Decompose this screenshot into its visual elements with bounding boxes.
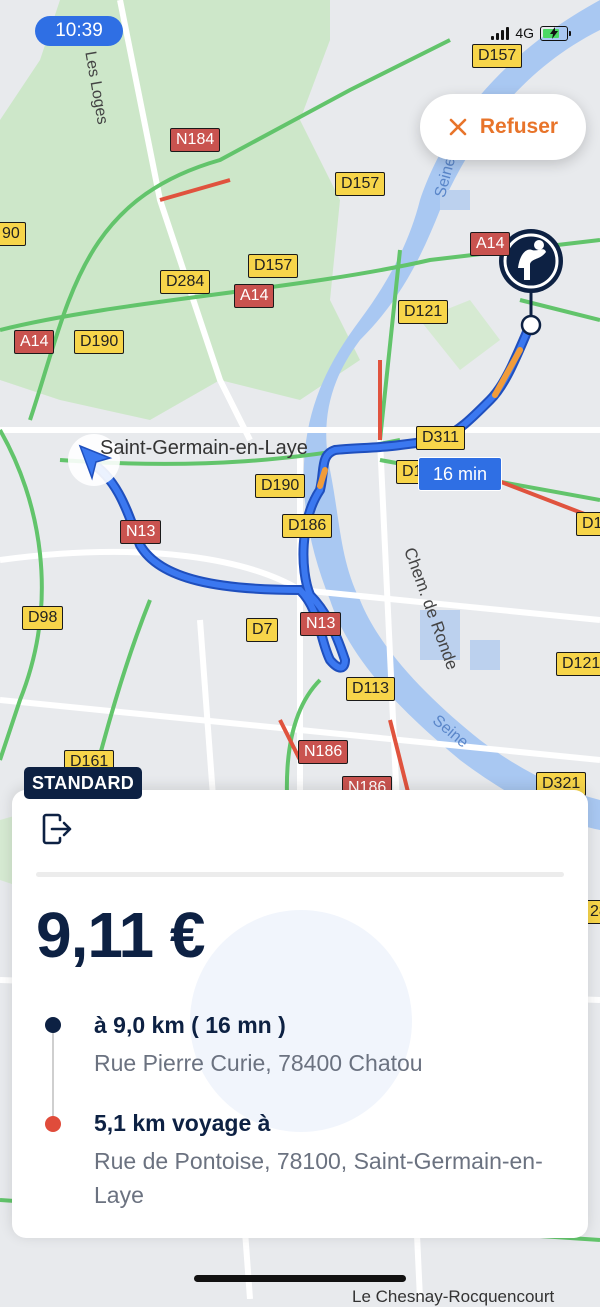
dropoff-address: Rue de Pontoise, 78100, Saint-Germain-en…	[94, 1148, 543, 1208]
map-label-le-chesnay: Le Chesnay-Rocquencourt	[352, 1287, 555, 1306]
dropoff-dot	[45, 1116, 61, 1132]
road-shield: D157	[335, 172, 386, 196]
route-timeline	[52, 1028, 54, 1124]
status-time: 10:39	[35, 16, 123, 46]
road-shield: D98	[22, 606, 64, 630]
signal-icon	[491, 26, 510, 40]
map-block	[470, 640, 500, 670]
road-shield: A14	[14, 330, 55, 354]
road-shield: D186	[282, 514, 333, 538]
exit-icon[interactable]	[40, 812, 74, 846]
road-shield: D157	[472, 44, 523, 68]
map-label-city: Saint-Germain-en-Laye	[100, 437, 308, 459]
pickup-distance: à 9,0 km ( 16 mn )	[94, 1012, 286, 1038]
road-shield: N13	[120, 520, 162, 544]
road-shield: D190	[255, 474, 306, 498]
ride-request-card[interactable]: 9,11 € à 9,0 km ( 16 mn ) Rue Pierre Cur…	[12, 790, 588, 1238]
route-duration-badge: 16 min	[418, 457, 502, 491]
road-shield: 90	[0, 222, 26, 246]
network-type: 4G	[515, 25, 534, 41]
pickup-dot	[45, 1017, 61, 1033]
road-shield: N13	[300, 612, 342, 636]
status-indicators: 4G	[491, 25, 571, 41]
forest-area	[0, 0, 360, 420]
road-shield: D284	[160, 270, 211, 294]
road-shield: A14	[234, 284, 275, 308]
battery-icon	[540, 25, 571, 41]
pickup-address: Rue Pierre Curie, 78400 Chatou	[94, 1050, 423, 1076]
dropoff-distance: 5,1 km voyage à	[94, 1110, 271, 1136]
ride-tier-badge: STANDARD	[24, 767, 143, 799]
road-shield: A14	[470, 232, 511, 256]
road-shield: D311	[416, 426, 466, 450]
road-shield: D113	[346, 677, 396, 701]
close-icon	[449, 118, 467, 136]
road-shield: D157	[248, 254, 299, 278]
ride-price: 9,11 €	[36, 899, 205, 971]
road-shield: N186	[298, 740, 349, 764]
refuse-button[interactable]: Refuser	[420, 94, 586, 160]
road-shield: D7	[246, 618, 279, 642]
charging-bolt-icon	[550, 26, 558, 39]
road-shield: D121	[556, 652, 600, 676]
road-shield: N184	[170, 128, 221, 152]
road-shield: D121	[398, 300, 449, 324]
road-shield: D1	[576, 512, 600, 536]
refuse-button-label: Refuser	[479, 115, 559, 138]
road-shield: D190	[74, 330, 125, 354]
home-indicator[interactable]	[194, 1275, 406, 1282]
card-divider	[36, 872, 564, 877]
